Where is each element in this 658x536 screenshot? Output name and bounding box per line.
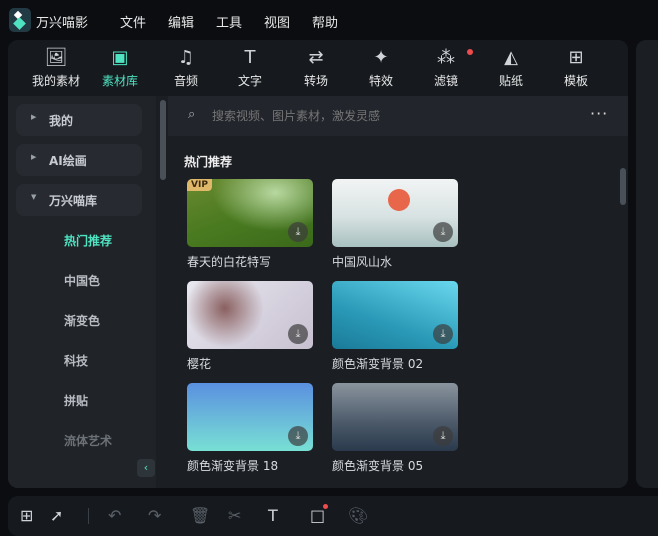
media-thumbnail[interactable]: ⤓ xyxy=(187,383,313,451)
sidebar-item-tech[interactable]: 科技 xyxy=(64,352,88,369)
select-cursor-icon[interactable]: ➚ xyxy=(50,506,63,525)
undo-icon[interactable]: ↶ xyxy=(108,506,121,525)
download-icon[interactable]: ⤓ xyxy=(433,222,453,242)
download-icon[interactable]: ⤓ xyxy=(288,222,308,242)
media-thumbnail[interactable]: ⤓ xyxy=(332,179,458,247)
section-title: 热门推荐 xyxy=(184,155,233,169)
more-options-icon[interactable]: ··· xyxy=(590,104,608,123)
music-note-icon: ♫ xyxy=(177,47,195,68)
tab-stickers[interactable]: ◭ 贴纸 xyxy=(481,46,541,89)
transition-icon: ⇄ xyxy=(308,47,324,68)
app-name: 万兴喵影 xyxy=(36,16,89,31)
media-thumbnail[interactable]: ⤓ xyxy=(187,281,313,349)
search-icon: ⌕ xyxy=(188,107,196,122)
caret-down-icon: ▼ xyxy=(31,193,37,201)
menu-edit[interactable]: 编辑 xyxy=(168,12,194,31)
download-icon[interactable]: ⤓ xyxy=(288,324,308,344)
timeline-toolbar: ⊞ ➚ ↶ ↷ 🗑︎ ✂ T □ 🎨︎ xyxy=(8,496,658,536)
menu-tools[interactable]: 工具 xyxy=(216,12,242,31)
tab-audio[interactable]: ♫ 音频 xyxy=(156,46,216,89)
sidebar-group-ai-painting[interactable]: ▶ AI绘画 xyxy=(16,144,142,176)
sidebar-scrollbar[interactable] xyxy=(160,100,166,180)
media-title: 颜色渐变背景 05 xyxy=(332,459,424,473)
menu-file[interactable]: 文件 xyxy=(120,12,146,31)
tab-my-media[interactable]: 🖼︎ 我的素材 xyxy=(26,46,86,89)
media-title: 颜色渐变背景 18 xyxy=(187,459,279,473)
sun-graphic xyxy=(388,189,410,211)
library-content: ⌕ ··· 热门推荐 VIP ⤓ 春天的白花特写 ⤓ 中国风山水 ⤓ 樱花 ⤓ … xyxy=(168,96,628,488)
media-title: 中国风山水 xyxy=(332,255,393,269)
download-icon[interactable]: ⤓ xyxy=(288,426,308,446)
content-scrollbar[interactable] xyxy=(620,168,626,205)
layout-icon[interactable]: ⊞ xyxy=(20,506,33,525)
search-input[interactable] xyxy=(212,106,572,126)
caret-right-icon: ▶ xyxy=(31,113,37,121)
sidebar-item-chinese-colors[interactable]: 中国色 xyxy=(64,272,100,289)
search-bar: ⌕ ··· xyxy=(168,96,628,136)
palette-icon[interactable]: 🎨︎ xyxy=(348,506,368,525)
sidebar-item-fluid-art[interactable]: 流体艺术 xyxy=(64,432,112,449)
tab-effects[interactable]: ✦ 特效 xyxy=(351,46,411,89)
sparkle-star-icon: ✦ xyxy=(373,47,389,68)
media-thumbnail[interactable]: ⤓ xyxy=(332,281,458,349)
tab-templates[interactable]: ⊞ 模板 xyxy=(546,46,606,89)
media-title: 颜色渐变背景 02 xyxy=(332,357,424,371)
app-logo xyxy=(9,8,31,32)
media-panel: 🖼︎ 我的素材 ▣ 素材库 ♫ 音频 T 文字 ⇄ 转场 ✦ 特效 ⁂ 滤镜 ◭ 贴纸 ⊞ 模板 … xyxy=(8,40,628,488)
divider xyxy=(88,508,89,524)
sidebar-item-gradients[interactable]: 渐变色 xyxy=(64,312,100,329)
vip-badge: VIP xyxy=(187,179,212,191)
template-icon: ⊞ xyxy=(568,47,584,68)
delete-icon[interactable]: 🗑︎ xyxy=(190,506,210,525)
menu-help[interactable]: 帮助 xyxy=(312,12,338,31)
cut-icon[interactable]: ✂ xyxy=(228,506,241,525)
notification-badge xyxy=(323,504,328,509)
text-tool-icon[interactable]: T xyxy=(268,506,278,525)
sticker-icon: ◭ xyxy=(504,47,518,68)
caret-right-icon: ▶ xyxy=(31,153,37,161)
crop-icon[interactable]: □ xyxy=(310,506,325,525)
notification-badge xyxy=(467,49,473,55)
tab-transitions[interactable]: ⇄ 转场 xyxy=(286,46,346,89)
media-thumbnail[interactable]: VIP ⤓ xyxy=(187,179,313,247)
image-icon: 🖼︎ xyxy=(44,47,68,68)
menu-bar: 万兴喵影 文件 编辑 工具 视图 帮助 xyxy=(0,0,658,40)
cloud-folder-icon: ▣ xyxy=(111,47,129,68)
sidebar-item-collage[interactable]: 拼贴 xyxy=(64,392,88,409)
text-icon: T xyxy=(244,47,256,68)
category-sidebar: ▶ 我的 ▶ AI绘画 ▼ 万兴喵库 热门推荐 中国色 渐变色 科技 拼贴 流体艺术 xyxy=(8,96,156,488)
redo-icon[interactable]: ↷ xyxy=(148,506,161,525)
sidebar-group-mine[interactable]: ▶ 我的 xyxy=(16,104,142,136)
tab-text[interactable]: T 文字 xyxy=(220,46,280,89)
media-title: 樱花 xyxy=(187,357,212,371)
menu-view[interactable]: 视图 xyxy=(264,12,290,31)
media-title: 春天的白花特写 xyxy=(187,255,272,269)
media-thumbnail[interactable]: ⤓ xyxy=(332,383,458,451)
preview-panel xyxy=(636,40,658,488)
tab-bar: 🖼︎ 我的素材 ▣ 素材库 ♫ 音频 T 文字 ⇄ 转场 ✦ 特效 ⁂ 滤镜 ◭ 贴纸 ⊞ 模板 xyxy=(8,40,628,96)
download-icon[interactable]: ⤓ xyxy=(433,426,453,446)
collapse-sidebar-button[interactable]: ‹ xyxy=(137,459,155,477)
tab-stock-library[interactable]: ▣ 素材库 xyxy=(90,46,150,89)
download-icon[interactable]: ⤓ xyxy=(433,324,453,344)
sidebar-group-wondershare-library[interactable]: ▼ 万兴喵库 xyxy=(16,184,142,216)
sidebar-item-hot[interactable]: 热门推荐 xyxy=(64,232,112,249)
